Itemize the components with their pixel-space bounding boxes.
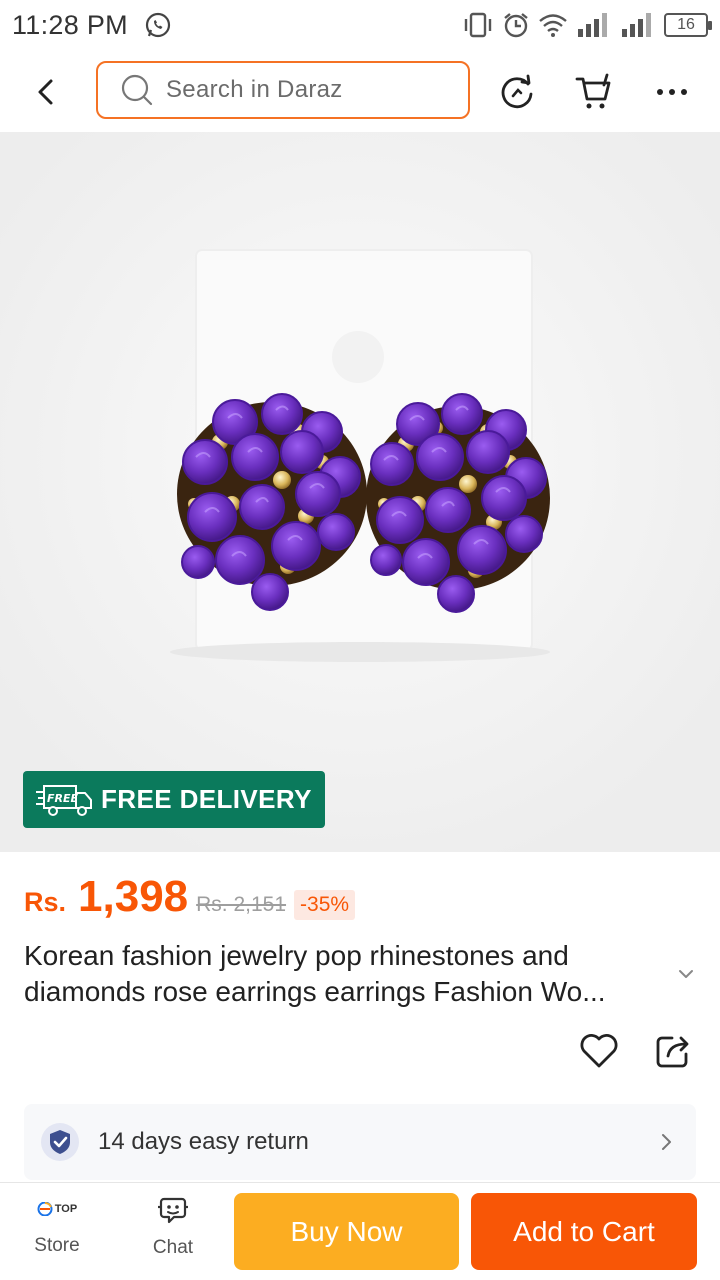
buy-now-button[interactable]: Buy Now	[234, 1193, 459, 1270]
original-price: Rs. 2,151	[196, 893, 287, 916]
return-policy-row[interactable]: 14 days easy return	[24, 1104, 696, 1180]
chevron-right-icon	[662, 1134, 671, 1150]
more-icon	[657, 89, 687, 95]
back-button[interactable]	[26, 72, 66, 112]
search-icon	[121, 74, 153, 106]
battery-icon: 16	[664, 13, 712, 37]
cart-icon	[575, 73, 611, 109]
product-title-line-2: diamonds rose earrings earrings Fashion …	[24, 976, 606, 1007]
share-icon[interactable]	[652, 1030, 694, 1072]
chat-label: Chat	[152, 1237, 194, 1258]
bottom-action-bar: TOP Store Chat Buy Now Add to Cart	[0, 1182, 720, 1280]
delivery-truck-icon: FREE	[36, 784, 92, 816]
add-to-cart-button[interactable]: Add to Cart	[471, 1193, 697, 1270]
vibrate-icon	[464, 12, 492, 38]
chat-icon	[158, 1197, 188, 1224]
price-currency: Rs.	[24, 887, 67, 917]
price-row: Rs. 1,398 Rs. 2,151 -35%	[24, 872, 356, 926]
top-store-logo: TOP	[37, 1195, 77, 1223]
wifi-icon	[539, 14, 567, 37]
refresh-button[interactable]	[496, 70, 540, 114]
status-bar: 11:28 PM 16	[0, 0, 720, 50]
back-icon	[38, 79, 53, 105]
refresh-icon	[501, 74, 533, 109]
status-time: 11:28 PM	[12, 9, 128, 40]
chevron-down-icon[interactable]	[674, 962, 698, 986]
earrings-image	[0, 132, 720, 852]
free-delivery-label: FREE DELIVERY	[101, 784, 312, 814]
product-image[interactable]: FREE FREE DELIVERY	[0, 132, 720, 852]
signal-icon	[578, 13, 607, 37]
alarm-icon	[504, 13, 528, 38]
badge-icon-text: FREE	[47, 792, 78, 805]
return-policy-text: 14 days easy return	[98, 1128, 309, 1155]
discount-badge: -35%	[294, 890, 356, 920]
top-store-icon	[37, 1202, 53, 1216]
store-label: Store	[34, 1235, 80, 1256]
status-icons: 16	[462, 11, 712, 39]
store-button[interactable]: TOP Store	[12, 1195, 102, 1275]
cart-button[interactable]	[572, 70, 616, 114]
more-button[interactable]	[650, 70, 694, 114]
product-title-line-1: Korean fashion jewelry pop rhinestones a…	[24, 940, 569, 971]
search-placeholder: Search in Daraz	[166, 76, 343, 103]
product-title[interactable]: Korean fashion jewelry pop rhinestones a…	[24, 938, 664, 1010]
top-store-logo-text: TOP	[54, 1203, 78, 1215]
whatsapp-icon	[145, 12, 171, 38]
chat-button[interactable]: Chat	[128, 1195, 218, 1275]
signal-icon	[622, 13, 651, 37]
top-nav: Search in Daraz	[0, 50, 720, 132]
current-price: 1,398	[78, 872, 189, 921]
shield-check-icon	[41, 1123, 79, 1161]
search-input[interactable]: Search in Daraz	[96, 61, 470, 119]
heart-icon[interactable]	[578, 1030, 620, 1072]
free-delivery-badge: FREE FREE DELIVERY	[23, 771, 325, 828]
